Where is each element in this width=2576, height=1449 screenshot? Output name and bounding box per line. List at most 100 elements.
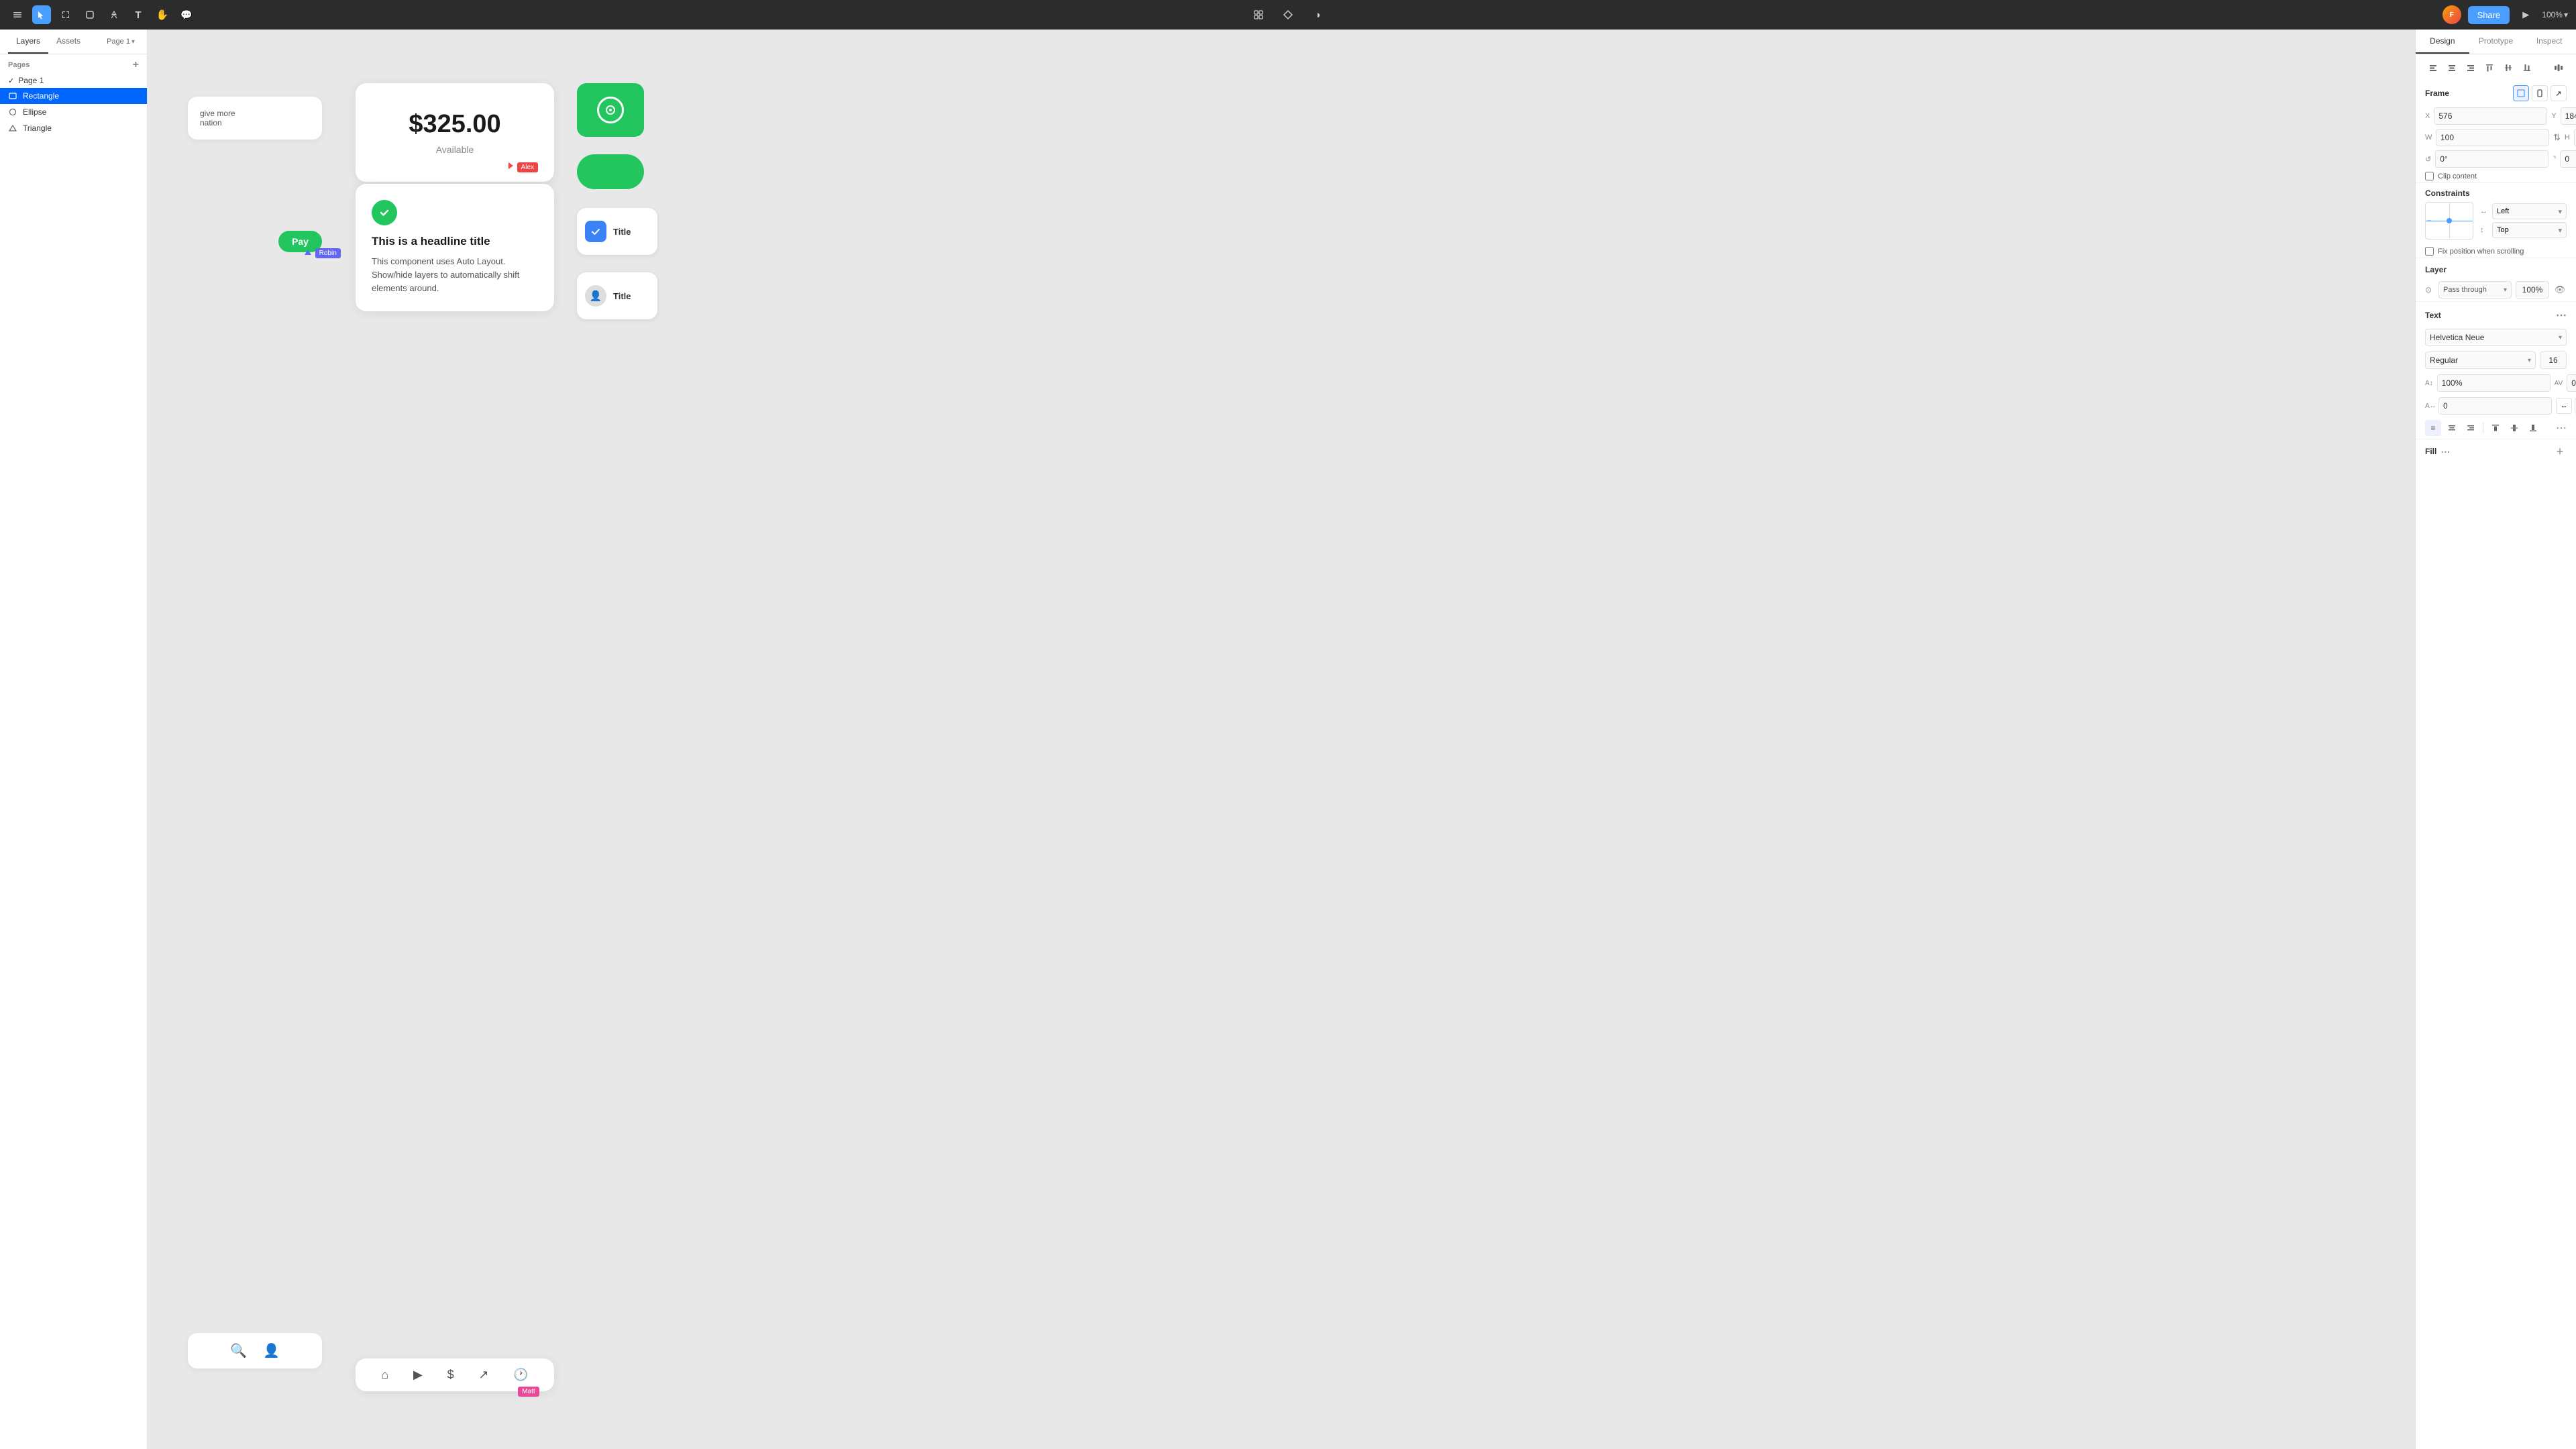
y-input[interactable]: 184 bbox=[2561, 107, 2576, 125]
tab-assets[interactable]: Assets bbox=[48, 30, 89, 54]
toolbar-right: F Share ▶ 100% ▾ bbox=[2443, 5, 2568, 24]
tab-design[interactable]: Design bbox=[2416, 30, 2469, 54]
text-valign-top-btn[interactable] bbox=[2487, 420, 2504, 436]
triangle-icon bbox=[8, 123, 17, 133]
rotation-input[interactable] bbox=[2435, 150, 2548, 168]
frame-btn-phone[interactable] bbox=[2532, 85, 2548, 101]
y-label: Y bbox=[2551, 112, 2556, 120]
text-auto-width-btn[interactable]: ↔ bbox=[2556, 398, 2572, 414]
text-align-left-btn[interactable]: ≡ bbox=[2425, 420, 2441, 436]
matt-label: Matt bbox=[518, 1387, 539, 1397]
constraints-label: Constraints bbox=[2425, 189, 2567, 198]
alex-label: Alex bbox=[517, 162, 538, 172]
blend-mode-select[interactable]: Pass through ▾ bbox=[2438, 281, 2512, 299]
distribute-btn[interactable] bbox=[2551, 60, 2567, 76]
nav-card: ⌂ ▶ $ ↗ 🕐 Matt bbox=[356, 1358, 554, 1391]
align-left-btn[interactable] bbox=[2425, 60, 2441, 76]
tab-inspect[interactable]: Inspect bbox=[2522, 30, 2576, 54]
visibility-toggle[interactable]: 👁 bbox=[2553, 283, 2567, 297]
font-family-select[interactable]: Helvetica Neue ▾ bbox=[2425, 329, 2567, 346]
search-icon-canvas[interactable]: 🔍 bbox=[230, 1342, 247, 1359]
zoom-indicator[interactable]: 100% ▾ bbox=[2542, 10, 2568, 19]
layer-item-rectangle[interactable]: Rectangle bbox=[0, 88, 147, 104]
menu-icon[interactable] bbox=[8, 5, 27, 24]
tab-prototype[interactable]: Prototype bbox=[2469, 30, 2523, 54]
nav-icon-clock[interactable]: 🕐 Matt bbox=[513, 1368, 528, 1382]
fill-icon-btn[interactable]: ⋯ bbox=[2440, 446, 2450, 458]
nav-icon-dollar[interactable]: $ bbox=[447, 1368, 454, 1382]
text-valign-middle-btn[interactable] bbox=[2506, 420, 2522, 436]
page-item[interactable]: ✓ Page 1 bbox=[0, 73, 147, 88]
frame-tool[interactable] bbox=[56, 5, 75, 24]
letter-spacing-input[interactable] bbox=[2437, 374, 2551, 392]
text-more-btn[interactable]: ⋯ bbox=[2556, 309, 2567, 322]
comment-tool[interactable]: 💬 bbox=[177, 5, 196, 24]
fill-add-btn[interactable]: + bbox=[2553, 445, 2567, 458]
blend-mode-value: Pass through bbox=[2443, 286, 2487, 294]
green-pill-card bbox=[577, 154, 644, 189]
hand-tool[interactable]: ✋ bbox=[153, 5, 172, 24]
page-name: Page 1 bbox=[18, 76, 44, 85]
tab-layers[interactable]: Layers bbox=[8, 30, 48, 54]
text-align-center-btn[interactable] bbox=[2444, 420, 2460, 436]
pages-section-header: Pages + bbox=[0, 54, 147, 73]
select-tool[interactable] bbox=[32, 5, 51, 24]
font-family-row: Helvetica Neue ▾ bbox=[2416, 326, 2576, 349]
frame-label: Frame bbox=[2425, 89, 2449, 98]
text-section-more-btn[interactable]: ⋯ bbox=[2556, 421, 2567, 435]
layer-section-header: Layer bbox=[2416, 258, 2576, 278]
font-weight-chevron: ▾ bbox=[2528, 357, 2531, 364]
align-bottom-btn[interactable] bbox=[2519, 60, 2535, 76]
align-center-h-btn[interactable] bbox=[2444, 60, 2460, 76]
play-button[interactable]: ▶ bbox=[2516, 5, 2535, 24]
font-weight-select[interactable]: Regular ▾ bbox=[2425, 352, 2536, 369]
fix-position-checkbox[interactable] bbox=[2425, 247, 2434, 256]
share-button[interactable]: Share bbox=[2468, 6, 2510, 24]
lock-ratio-icon[interactable]: ⇅ bbox=[2553, 132, 2561, 143]
align-right-btn[interactable] bbox=[2463, 60, 2479, 76]
text-section-header: Text ⋯ bbox=[2416, 302, 2576, 326]
alignment-row bbox=[2416, 54, 2576, 78]
target-icon bbox=[597, 97, 624, 123]
grid-icon[interactable] bbox=[1249, 5, 1268, 24]
canvas[interactable]: give morenation Pay Robin 🔍 👤 $325.00 Av… bbox=[148, 30, 2415, 1449]
contrast-icon[interactable]: ◑ bbox=[1308, 5, 1327, 24]
text-align-right-btn[interactable] bbox=[2463, 420, 2479, 436]
corner-input[interactable] bbox=[2560, 150, 2576, 168]
align-top-btn[interactable] bbox=[2481, 60, 2498, 76]
component-icon[interactable] bbox=[1279, 5, 1297, 24]
opacity-input[interactable]: 100% bbox=[2516, 281, 2549, 299]
page-selector[interactable]: Page 1 bbox=[107, 38, 130, 46]
left-constraint-select[interactable]: Left ▾ bbox=[2492, 203, 2567, 219]
fix-position-row: Fix position when scrolling bbox=[2416, 245, 2576, 258]
line-height-icon: A↔ bbox=[2425, 402, 2434, 410]
top-constraint-row: ↕ Top ▾ bbox=[2480, 222, 2567, 238]
frame-btn-expand[interactable]: ↗ bbox=[2551, 85, 2567, 101]
white-title-card-1: Title bbox=[577, 208, 657, 255]
shape-tool[interactable] bbox=[80, 5, 99, 24]
price-amount: $325.00 bbox=[377, 110, 533, 139]
align-middle-btn[interactable] bbox=[2500, 60, 2516, 76]
layer-item-triangle[interactable]: Triangle bbox=[0, 120, 147, 136]
user-icon-canvas[interactable]: 👤 bbox=[263, 1342, 280, 1359]
frame-btn-rect[interactable] bbox=[2513, 85, 2529, 101]
corner-icon: ⌝ bbox=[2553, 155, 2556, 164]
text-valign-bottom-btn[interactable] bbox=[2525, 420, 2541, 436]
w-input[interactable]: 100 bbox=[2436, 129, 2549, 146]
layer-item-ellipse[interactable]: Ellipse bbox=[0, 104, 147, 120]
page-chevron[interactable]: ▾ bbox=[131, 38, 135, 46]
nav-icon-chart[interactable]: ↗ bbox=[478, 1368, 488, 1382]
add-page-btn[interactable]: + bbox=[133, 60, 139, 70]
x-input[interactable]: 576 bbox=[2434, 107, 2547, 125]
right-panel-tabs: Design Prototype Inspect bbox=[2416, 30, 2576, 54]
text-tool[interactable]: T bbox=[129, 5, 148, 24]
font-size-input[interactable]: 16 bbox=[2540, 352, 2567, 369]
top-constraint-select[interactable]: Top ▾ bbox=[2492, 222, 2567, 238]
nav-icon-home[interactable]: ⌂ bbox=[381, 1368, 388, 1382]
kerning-input[interactable] bbox=[2567, 374, 2576, 392]
nav-icon-play[interactable]: ▶ bbox=[413, 1368, 423, 1382]
blend-row: ⊙ Pass through ▾ 100% 👁 bbox=[2416, 278, 2576, 301]
clip-content-checkbox[interactable] bbox=[2425, 172, 2434, 180]
pen-tool[interactable] bbox=[105, 5, 123, 24]
line-height-input[interactable] bbox=[2438, 397, 2552, 415]
